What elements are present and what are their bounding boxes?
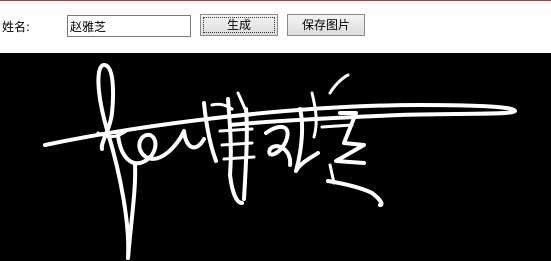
signature-stroke-a6 [236, 91, 248, 113]
name-label: 姓名: [2, 20, 31, 34]
signature-stroke-c4 [326, 179, 384, 207]
signature-stroke-wave [116, 129, 206, 166]
generate-button-label: 生成 [226, 18, 251, 32]
signature-stroke-c2 [320, 123, 354, 129]
signature-stroke-c1 [328, 73, 350, 95]
signature-stroke-c3 [334, 111, 366, 165]
signature-stroke-b3 [310, 91, 318, 139]
save-image-button[interactable]: 保存图片 [287, 14, 365, 36]
name-input[interactable] [67, 15, 191, 37]
signature-generator-page: 姓名: 生成 保存图片 [0, 0, 551, 261]
signature-stroke-descender [126, 163, 138, 260]
save-image-button-label: 保存图片 [301, 18, 350, 32]
signature-strokes [43, 63, 517, 260]
signature-image [43, 63, 517, 260]
signature-stroke-a1 [202, 101, 218, 163]
signature-canvas [0, 53, 551, 261]
toolbar: 姓名: 生成 保存图片 [0, 1, 551, 53]
signature-stroke-loop [96, 63, 131, 260]
signature-stroke-b1 [264, 124, 293, 167]
generate-button[interactable]: 生成 [200, 14, 278, 36]
